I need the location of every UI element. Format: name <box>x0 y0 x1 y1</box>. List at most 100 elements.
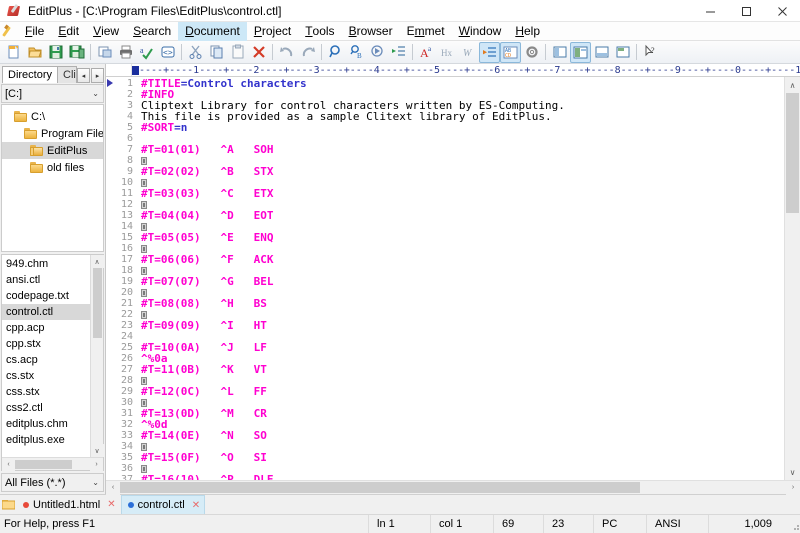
code-line[interactable]: #SORT=n <box>141 122 784 133</box>
menu-item-file[interactable]: File <box>18 22 51 41</box>
list-item[interactable]: ansi.ctl <box>2 272 103 288</box>
menu-item-browser[interactable]: Browser <box>342 22 400 41</box>
sidebar-tab-cliptext[interactable]: Clipt <box>57 66 77 83</box>
code-line[interactable]: #T=06(06) ^F ACK <box>141 254 784 265</box>
file-list[interactable]: 949.chm ansi.ctl codepage.txt control.ct… <box>1 254 104 471</box>
doc-tab-control-ctl[interactable]: control.ctl ✕ <box>121 495 205 514</box>
doc-tab-untitled1[interactable]: Untitled1.html ✕ <box>16 495 121 514</box>
menu-item-project[interactable]: Project <box>247 22 298 41</box>
list-item[interactable]: cpp.acp <box>2 320 103 336</box>
sidebar-tab-directory[interactable]: Directory <box>2 66 58 83</box>
save-all-icon[interactable] <box>66 42 87 63</box>
word-wrap-icon[interactable]: W <box>458 42 479 63</box>
toggle-cliptext-window-icon[interactable] <box>591 42 612 63</box>
code-line[interactable]: #T=09(09) ^I HT <box>141 320 784 331</box>
code-line[interactable]: This file is provided as a sample Clitex… <box>141 111 784 122</box>
code-line[interactable]: #T=07(07) ^G BEL <box>141 276 784 287</box>
menu-item-edit[interactable]: Edit <box>51 22 86 41</box>
goto-line-icon[interactable] <box>388 42 409 63</box>
directory-tree[interactable]: C:\ Program Files EditPlus old files <box>1 104 104 252</box>
undo-icon[interactable] <box>276 42 297 63</box>
tree-item-c-drive[interactable]: C:\ <box>2 108 103 125</box>
column-mode-icon[interactable]: ABCD <box>500 42 521 63</box>
menu-item-document[interactable]: Document <box>178 22 247 41</box>
scrollbar-thumb[interactable] <box>93 268 102 338</box>
font-icon[interactable]: Aa <box>416 42 437 63</box>
list-item[interactable]: cs.acp <box>2 352 103 368</box>
sidebar-tab-next-button[interactable]: ▸ <box>91 68 104 83</box>
code-line[interactable]: #T=02(02) ^B STX <box>141 166 784 177</box>
editor-horizontal-scrollbar[interactable]: ‹ › <box>106 480 800 494</box>
code-line[interactable]: #T=08(08) ^H BS <box>141 298 784 309</box>
list-item[interactable]: codepage.txt <box>2 288 103 304</box>
scroll-right-icon[interactable]: › <box>90 458 103 471</box>
resize-grip-icon[interactable] <box>786 515 800 533</box>
close-icon[interactable]: ✕ <box>107 499 115 510</box>
list-item[interactable]: cpp.stx <box>2 336 103 352</box>
code-line[interactable]: #T=15(0F) ^O SI <box>141 452 784 463</box>
menu-item-help[interactable]: Help <box>508 22 547 41</box>
code-line[interactable]: #T=10(0A) ^J LF <box>141 342 784 353</box>
code-line[interactable]: #T=13(0D) ^M CR <box>141 408 784 419</box>
close-button[interactable] <box>764 0 800 22</box>
print-icon[interactable] <box>115 42 136 63</box>
code-line[interactable]: #T=14(0E) ^N SO <box>141 430 784 441</box>
toggle-document-selector-icon[interactable] <box>612 42 633 63</box>
indent-icon[interactable] <box>479 42 500 63</box>
scrollbar-thumb[interactable] <box>15 460 72 469</box>
scroll-down-icon[interactable]: ∨ <box>785 464 800 480</box>
new-file-icon[interactable] <box>3 42 24 63</box>
code-line[interactable]: #T=04(04) ^D EOT <box>141 210 784 221</box>
menu-item-view[interactable]: View <box>86 22 126 41</box>
scroll-left-icon[interactable]: ‹ <box>2 458 15 471</box>
menu-item-search[interactable]: Search <box>126 22 178 41</box>
code-line[interactable]: #T=12(0C) ^L FF <box>141 386 784 397</box>
save-icon[interactable] <box>45 42 66 63</box>
minimize-button[interactable] <box>692 0 728 22</box>
code-line[interactable]: #TITLE=Control characters <box>141 78 784 89</box>
preferences-icon[interactable] <box>521 42 542 63</box>
toggle-directory-window-icon[interactable] <box>570 42 591 63</box>
list-item[interactable]: 949.chm <box>2 256 103 272</box>
find-icon[interactable] <box>325 42 346 63</box>
file-list-horizontal-scrollbar[interactable]: ‹ › <box>2 457 103 470</box>
code-line[interactable]: #T=01(01) ^A SOH <box>141 144 784 155</box>
spell-check-icon[interactable]: a <box>136 42 157 63</box>
replace-icon[interactable]: B <box>346 42 367 63</box>
hex-view-icon[interactable]: Hx <box>437 42 458 63</box>
tree-item-old-files[interactable]: old files <box>2 159 103 176</box>
code-line[interactable]: #T=11(0B) ^K VT <box>141 364 784 375</box>
scrollbar-thumb[interactable] <box>120 482 640 493</box>
file-list-vertical-scrollbar[interactable]: ∧ ∨ <box>90 255 103 457</box>
scrollbar-thumb[interactable] <box>786 93 799 213</box>
maximize-button[interactable] <box>728 0 764 22</box>
delete-icon[interactable] <box>248 42 269 63</box>
list-item-selected[interactable]: control.ctl <box>2 304 103 320</box>
code-line[interactable]: #T=03(03) ^C ETX <box>141 188 784 199</box>
cut-icon[interactable] <box>185 42 206 63</box>
list-item[interactable]: css2.ctl <box>2 400 103 416</box>
menu-item-emmet[interactable]: Emmet <box>400 22 452 41</box>
file-filter-select[interactable]: All Files (*.*) ⌄ <box>1 473 104 492</box>
print-preview-icon[interactable] <box>94 42 115 63</box>
list-item[interactable]: cs.stx <box>2 368 103 384</box>
view-in-browser-icon[interactable]: <> <box>157 42 178 63</box>
scroll-up-icon[interactable]: ∧ <box>785 77 800 93</box>
code-text[interactable]: #TITLE=Control characters#INFOCliptext L… <box>133 77 784 480</box>
editor-vertical-scrollbar[interactable]: ∧ ∨ <box>784 77 800 480</box>
scroll-down-icon[interactable]: ∨ <box>91 444 104 457</box>
scroll-right-icon[interactable]: › <box>786 481 800 495</box>
copy-icon[interactable] <box>206 42 227 63</box>
close-icon[interactable]: ✕ <box>192 500 200 511</box>
tree-item-program-files[interactable]: Program Files <box>2 125 103 142</box>
paste-icon[interactable] <box>227 42 248 63</box>
scroll-up-icon[interactable]: ∧ <box>91 255 104 268</box>
bookmark-column[interactable] <box>106 77 117 480</box>
list-item[interactable]: editplus.exe <box>2 432 103 448</box>
drive-select[interactable]: [C:] ⌄ <box>1 84 104 103</box>
toggle-output-window-icon[interactable] <box>549 42 570 63</box>
context-help-icon[interactable]: ? <box>640 42 661 63</box>
scroll-left-icon[interactable]: ‹ <box>106 481 120 495</box>
sidebar-tab-prev-button[interactable]: ◂ <box>77 68 90 83</box>
list-item[interactable]: editplus.chm <box>2 416 103 432</box>
